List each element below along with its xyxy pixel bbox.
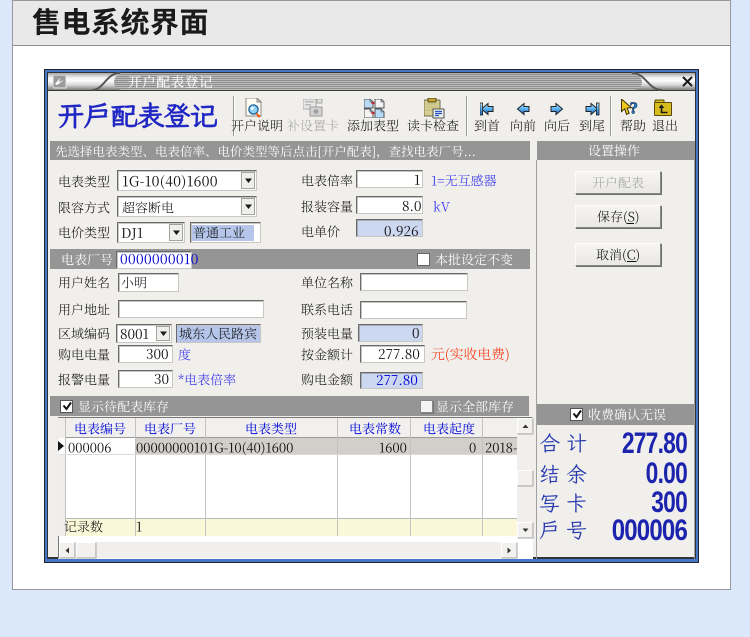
svg-text:?: ? [630,99,639,118]
